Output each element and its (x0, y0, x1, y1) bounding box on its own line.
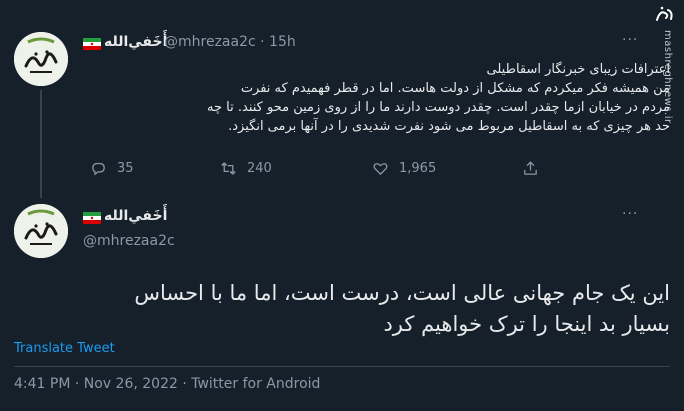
share-icon (524, 161, 537, 175)
translate-tweet-link[interactable]: Translate Tweet (14, 341, 115, 356)
like-button[interactable]: 1,965 (372, 160, 436, 177)
like-icon (373, 163, 388, 175)
avatar[interactable] (14, 32, 68, 86)
display-name[interactable]: أَخَفي‌الله (104, 208, 167, 224)
more-icon[interactable]: ··· (622, 206, 638, 222)
reply-icon (92, 162, 105, 176)
retweet-icon (221, 162, 236, 175)
tweet-text: این یک جام جهانی عالی است، درست است، اما… (14, 278, 670, 340)
tweet-text-line: من همیشه فکر میکردم که مشکل از دولت هاست… (240, 81, 670, 96)
handle[interactable]: @mhrezaa2c (83, 233, 175, 249)
tweet-text: اعترافات زیبای خبرنگار اسقاطیلی من همیشه… (80, 60, 670, 136)
thread-connector (40, 90, 42, 198)
reply-count: 35 (117, 161, 134, 176)
handle-time[interactable]: @mhrezaa2c · 15h (164, 34, 296, 50)
tweet-text-line: مردم در خیابان ازما چقدر است. چقدر دوست … (207, 100, 670, 115)
iran-flag-icon (83, 38, 101, 50)
avatar-calligraphy-icon (14, 32, 68, 86)
tweet-time[interactable]: 15h (269, 34, 296, 50)
more-icon[interactable]: ··· (622, 32, 638, 48)
divider (14, 366, 670, 367)
retweet-button[interactable]: 240 (220, 160, 272, 177)
like-count: 1,965 (399, 161, 437, 176)
tweet-timestamp[interactable]: 4:41 PM · Nov 26, 2022 · Twitter for And… (14, 376, 320, 392)
display-name[interactable]: أَخَفي‌الله (104, 34, 167, 50)
mashregh-logo-icon (656, 6, 673, 21)
retweet-count: 240 (247, 161, 272, 176)
tweet-text-line: بسیار بد اینجا را ترک خواهیم کرد (383, 312, 670, 336)
share-button[interactable] (522, 160, 539, 177)
iran-flag-icon (83, 212, 101, 224)
avatar[interactable] (14, 204, 68, 258)
tweet-text-line: این یک جام جهانی عالی است، درست است، اما… (134, 281, 670, 305)
tweet-text-line: اعترافات زیبای خبرنگار اسقاطیلی (486, 62, 670, 77)
handle[interactable]: @mhrezaa2c (164, 34, 256, 50)
tweet-text-line: حد هر چیزی که به اسقاطیل مربوط می شود نف… (228, 119, 670, 134)
reply-button[interactable]: 35 (90, 160, 134, 177)
avatar-calligraphy-icon (14, 204, 68, 258)
